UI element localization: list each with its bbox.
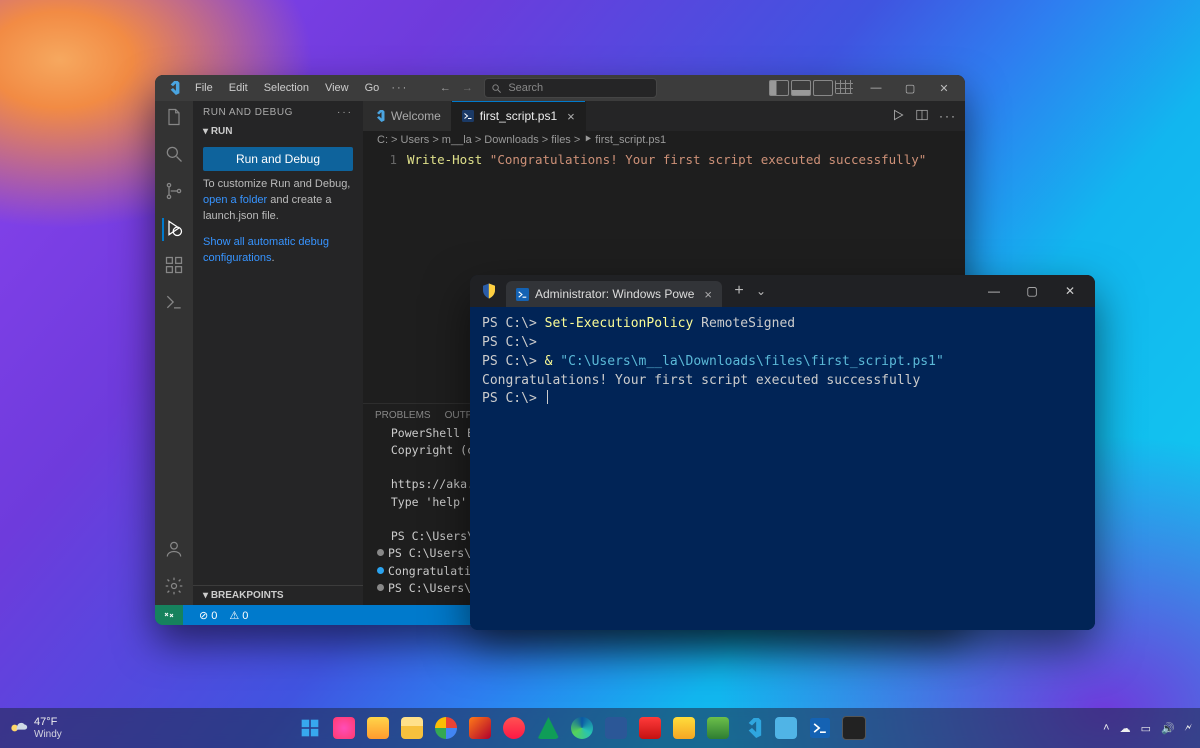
file-explorer-button[interactable]: [397, 713, 427, 743]
show-debug-configs-link[interactable]: Show all automatic debug configurations: [203, 236, 329, 264]
status-errors[interactable]: ⊘ 0: [199, 609, 217, 622]
status-warnings[interactable]: ⚠ 0: [229, 609, 248, 622]
nav-back-button[interactable]: ←: [434, 82, 456, 94]
sidebar-more-icon[interactable]: ···: [337, 107, 353, 118]
taskbar-app[interactable]: [601, 713, 631, 743]
taskbar-center-apps: [62, 713, 1103, 743]
taskbar-app[interactable]: [465, 713, 495, 743]
tray-overflow-icon[interactable]: ˄: [1103, 722, 1109, 734]
explorer-icon[interactable]: [164, 107, 184, 130]
search-icon[interactable]: [164, 144, 184, 167]
breakpoints-section-header[interactable]: BREAKPOINTS: [193, 585, 363, 605]
volume-icon[interactable]: 🔊: [1161, 722, 1175, 735]
search-placeholder: Search: [508, 82, 543, 94]
taskbar-app[interactable]: [771, 713, 801, 743]
window-minimize-button[interactable]: —: [859, 75, 893, 101]
menu-view[interactable]: View: [319, 79, 355, 97]
taskbar-app[interactable]: [499, 713, 529, 743]
taskbar-app[interactable]: [703, 713, 733, 743]
activity-bar: [155, 101, 193, 605]
remote-indicator[interactable]: [155, 605, 183, 625]
tab-welcome[interactable]: Welcome: [363, 101, 452, 131]
terminal-minimize-button[interactable]: —: [975, 275, 1013, 307]
nav-forward-button[interactable]: →: [456, 82, 478, 94]
terminal-close-button[interactable]: ✕: [1051, 275, 1089, 307]
line-number: 1: [363, 152, 407, 403]
powershell-icon: [516, 288, 529, 301]
command-center-search[interactable]: Search: [484, 78, 656, 98]
run-section-header[interactable]: RUN: [193, 122, 363, 141]
terminal-maximize-button[interactable]: ▢: [1013, 275, 1051, 307]
terminal-tab-close-icon[interactable]: ×: [704, 287, 712, 302]
taskbar-app[interactable]: [329, 713, 359, 743]
run-debug-sidebar: RUN AND DEBUG ··· RUN Run and Debug To c…: [193, 101, 363, 605]
taskbar-app[interactable]: [635, 713, 665, 743]
menu-go[interactable]: Go: [359, 79, 386, 97]
menu-overflow[interactable]: ···: [385, 82, 414, 94]
editor-tabs: Welcome first_script.ps1 × ···: [363, 101, 965, 131]
settings-gear-icon[interactable]: [164, 576, 184, 599]
taskbar-app[interactable]: [533, 713, 563, 743]
menu-file[interactable]: File: [189, 79, 219, 97]
system-tray[interactable]: ˄ ☁ ▭ 🔊 🗲: [1103, 722, 1192, 735]
powershell-activity-icon[interactable]: [164, 292, 184, 315]
toggle-secondary-sidebar-icon[interactable]: [813, 80, 833, 96]
source-control-icon[interactable]: [164, 181, 184, 204]
vscode-titlebar[interactable]: FileEditSelectionViewGo ··· ← → Search —…: [155, 75, 965, 101]
menu-edit[interactable]: Edit: [223, 79, 254, 97]
taskbar-app[interactable]: [363, 713, 393, 743]
new-tab-dropdown[interactable]: ⌄: [756, 284, 766, 298]
powershell-file-icon: [462, 110, 474, 122]
battery-icon[interactable]: 🗲: [1185, 722, 1192, 735]
taskbar-weather-widget[interactable]: 47°FWindy: [8, 716, 62, 739]
terminal-taskbar-button[interactable]: [839, 713, 869, 743]
show-debug-configs: Show all automatic debug configurations.: [193, 235, 363, 267]
admin-shield-icon: [480, 282, 498, 300]
window-maximize-button[interactable]: ▢: [893, 75, 927, 101]
new-tab-button[interactable]: +: [726, 282, 752, 300]
extensions-icon[interactable]: [164, 255, 184, 278]
customize-layout-icon[interactable]: [835, 80, 853, 94]
tab-close-icon[interactable]: ×: [567, 109, 575, 124]
vscode-logo-icon: [159, 81, 187, 95]
run-file-button[interactable]: [891, 108, 905, 125]
run-debug-description: To customize Run and Debug, open a folde…: [193, 177, 363, 225]
edge-browser-button[interactable]: [567, 713, 597, 743]
taskbar-app[interactable]: [431, 713, 461, 743]
terminal-titlebar[interactable]: Administrator: Windows Powe × + ⌄ — ▢ ✕: [470, 275, 1095, 307]
editor-more-icon[interactable]: ···: [939, 109, 957, 123]
breadcrumb[interactable]: C: > Users > m__la > Downloads > files >…: [363, 131, 965, 150]
run-and-debug-button[interactable]: Run and Debug: [203, 147, 353, 171]
vscode-icon: [373, 110, 385, 122]
window-close-button[interactable]: ✕: [927, 75, 961, 101]
terminal-body[interactable]: PS C:\> Set-ExecutionPolicy RemoteSigned…: [470, 307, 1095, 630]
weather-icon: [8, 718, 28, 738]
terminal-window: Administrator: Windows Powe × + ⌄ — ▢ ✕ …: [470, 275, 1095, 630]
sidebar-title: RUN AND DEBUG: [203, 107, 293, 118]
tab-first-script[interactable]: first_script.ps1 ×: [452, 101, 586, 131]
taskbar-app[interactable]: [669, 713, 699, 743]
search-icon: [491, 83, 502, 94]
menu-selection[interactable]: Selection: [258, 79, 315, 97]
layout-controls[interactable]: [769, 80, 853, 96]
open-folder-link[interactable]: open a folder: [203, 194, 267, 206]
split-editor-button[interactable]: [915, 108, 929, 125]
network-icon[interactable]: ▭: [1141, 722, 1151, 735]
menu-bar[interactable]: FileEditSelectionViewGo: [189, 79, 385, 97]
accounts-icon[interactable]: [164, 539, 184, 562]
terminal-tab[interactable]: Administrator: Windows Powe ×: [506, 281, 722, 307]
toggle-panel-icon[interactable]: [791, 80, 811, 96]
toggle-primary-sidebar-icon[interactable]: [769, 80, 789, 96]
run-debug-icon[interactable]: [162, 218, 184, 241]
powershell-taskbar-button[interactable]: [805, 713, 835, 743]
windows-taskbar[interactable]: 47°FWindy ˄ ☁ ▭ 🔊 🗲: [0, 708, 1200, 748]
vscode-taskbar-button[interactable]: [737, 713, 767, 743]
start-button[interactable]: [295, 713, 325, 743]
onedrive-icon[interactable]: ☁: [1120, 722, 1131, 735]
panel-tab-problems[interactable]: PROBLEMS: [375, 410, 431, 421]
